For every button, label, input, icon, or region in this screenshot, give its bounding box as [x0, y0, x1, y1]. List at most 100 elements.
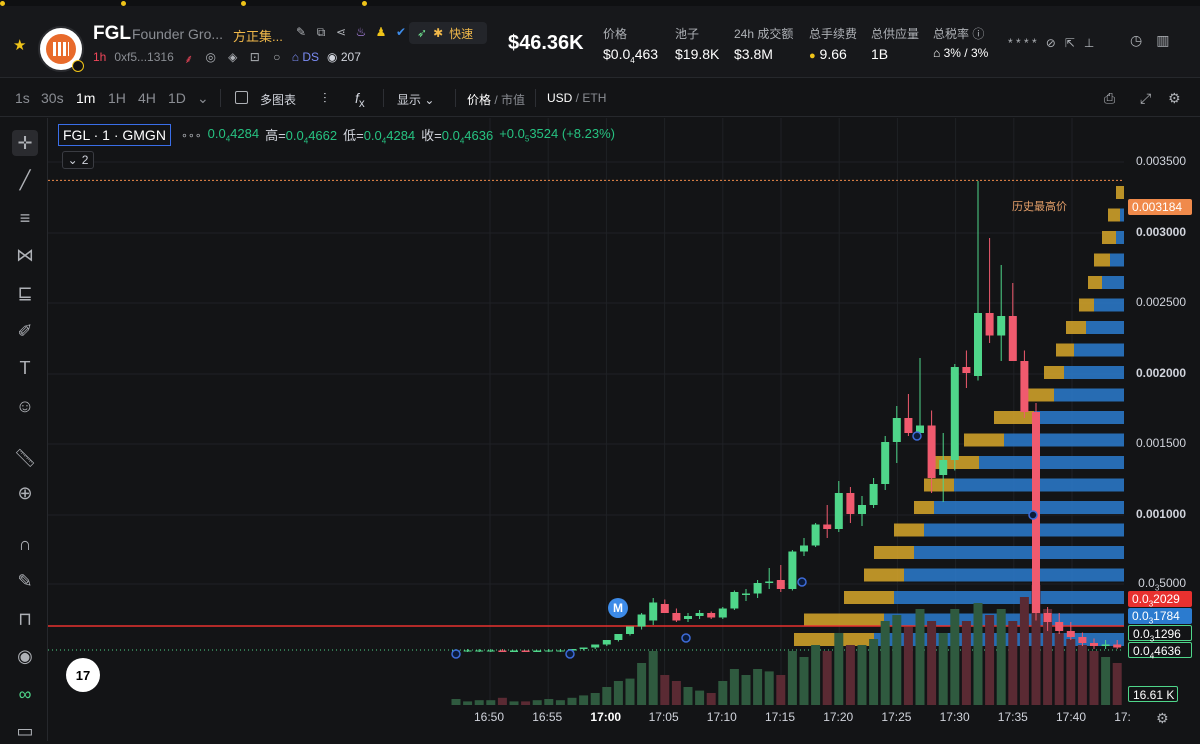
time-axis[interactable]: 16:50 16:55 17:00 17:05 17:10 17:15 17:20 17:25… — [48, 705, 1131, 741]
camera-icon[interactable]: ⎙ — [1104, 90, 1115, 107]
volume-bar — [903, 627, 913, 705]
globe-icon[interactable]: ◎ — [204, 50, 218, 64]
rating-stars-icon[interactable]: * * * * — [1008, 36, 1037, 50]
interval-1m[interactable]: 1m — [76, 90, 95, 106]
interval-dropdown-chevron-icon[interactable]: ⌄ — [197, 90, 209, 107]
pattern-icon[interactable]: ⋈ — [12, 242, 38, 268]
price-mcap-toggle[interactable]: 价格 / 市值 — [467, 91, 525, 108]
volume-bar — [579, 695, 589, 705]
candle-body — [823, 524, 832, 529]
x-tick: 17:40 — [1056, 710, 1087, 724]
emoji-icon[interactable]: ☺ — [12, 393, 38, 419]
expand-icon[interactable]: ⤢ — [1140, 90, 1151, 107]
candle-body — [950, 367, 959, 460]
y-tick: 0.001000 — [1135, 507, 1186, 521]
flame-icon[interactable]: ♨ — [354, 25, 368, 39]
token-age: 1h — [93, 50, 107, 64]
volume-bar — [811, 645, 821, 705]
indicator-collapse-button[interactable]: ⌄ 2 — [62, 151, 94, 169]
price-chart[interactable] — [48, 118, 1124, 705]
volume-bar — [938, 633, 948, 705]
price-axis[interactable]: 0.003500 0.003000 0.002500 0.002000 0.00… — [1124, 118, 1200, 741]
multi-chart-checkbox[interactable] — [235, 91, 248, 104]
hide-icon[interactable]: ⊘ — [1046, 36, 1056, 50]
indicators-fx-icon[interactable]: fx — [355, 90, 365, 110]
volume-bar — [776, 675, 786, 705]
eye-visibility-icon[interactable]: ◉ — [12, 643, 38, 669]
trash-icon[interactable]: ▭ — [12, 718, 38, 744]
volume-profile-up-bar — [1079, 298, 1094, 312]
telegram-icon[interactable]: ◈ — [226, 50, 240, 64]
volume-profile-down-bar — [894, 591, 1124, 604]
interval-1s[interactable]: 1s — [15, 90, 30, 106]
link-icon[interactable]: ∞ — [12, 681, 38, 707]
stat-fees: 总手续费 ● 9.66 — [809, 27, 858, 62]
currency-toggle[interactable]: USD / ETH — [547, 91, 606, 105]
eye-icon: ◉ — [327, 50, 338, 64]
candle-body — [695, 613, 704, 616]
axis-settings-gear-icon[interactable]: ⚙ — [1156, 710, 1169, 727]
volume-profile-down-bar — [1034, 411, 1124, 424]
volume-profile-up-bar — [924, 478, 954, 492]
dexscreener-link[interactable]: ⌂ DS — [292, 50, 319, 64]
migration-marker-icon[interactable]: M — [608, 598, 628, 618]
volume-profile-up-bar — [1088, 276, 1102, 289]
volume-bar — [718, 681, 728, 705]
info-icon[interactable]: ⓘ — [972, 27, 984, 41]
token-action-icons: ✎ ⧉ ⋖ ♨ ♟ ✔ — [294, 25, 408, 40]
volume-profile-down-bar — [1102, 276, 1124, 289]
search-icon[interactable]: ○ — [270, 50, 284, 64]
display-menu[interactable]: 显示 ⌄ — [397, 91, 434, 108]
magnet-icon[interactable]: ∩ — [12, 531, 38, 557]
settings-gear-icon[interactable]: ⚙ — [1168, 90, 1181, 107]
holders-icon[interactable]: ♟ — [374, 25, 388, 39]
fib-icon[interactable]: ⊑ — [12, 280, 38, 306]
volume-bar — [892, 615, 902, 705]
more-icon[interactable]: ∘∘∘ — [181, 129, 202, 142]
verified-icon[interactable]: ✔ — [394, 25, 408, 39]
external-link-icon[interactable]: ⇱ — [1065, 36, 1075, 50]
fast-trade-button[interactable]: ➶ ✱ 快速 — [409, 22, 487, 44]
candle-body — [579, 647, 588, 649]
website-icon[interactable]: ⊡ — [248, 50, 262, 64]
interval-30s[interactable]: 30s — [41, 90, 64, 106]
unlock-icon[interactable]: ⊓ — [12, 606, 38, 632]
lock-drawing-icon[interactable]: ✎ — [12, 568, 38, 594]
multi-chart-label[interactable]: 多图表 — [260, 91, 296, 108]
trend-line-icon[interactable]: ╱ — [12, 167, 38, 193]
volume-bar — [637, 663, 647, 705]
layout-icon[interactable]: ▥ — [1156, 32, 1169, 49]
vp-label: 0.031784 — [1128, 608, 1192, 625]
x-tick: 16:50 — [474, 710, 505, 724]
candle-body — [974, 313, 982, 376]
ruler-icon[interactable]: 📏︎ — [12, 445, 38, 471]
horizontal-lines-icon[interactable]: ≡ — [12, 205, 38, 231]
pin-icon[interactable]: ⊥ — [1084, 36, 1094, 50]
alarm-icon[interactable]: ◷ — [1130, 32, 1142, 49]
volume-bar — [753, 669, 763, 705]
contract-address[interactable]: 0xf5...1316 — [114, 50, 173, 64]
feather-icon[interactable]: ⸙ — [182, 50, 196, 66]
favorite-star-icon[interactable]: ★ — [13, 36, 26, 54]
candle-body — [463, 650, 472, 652]
chevron-down-icon: ⌄ — [67, 153, 78, 167]
chart-legend-title[interactable]: FGL · 1 · GMGN — [58, 124, 171, 146]
candle-type-icon[interactable]: ⫶ — [323, 90, 327, 107]
interval-1h[interactable]: 1H — [108, 90, 126, 106]
candle-body — [1101, 644, 1110, 646]
copy-icon[interactable]: ⧉ — [314, 25, 328, 39]
candle-body — [881, 442, 890, 484]
edit-icon[interactable]: ✎ — [294, 25, 308, 39]
zoom-in-icon[interactable]: ⊕ — [12, 480, 38, 506]
volume-bar — [973, 603, 983, 705]
share-icon[interactable]: ⋖ — [334, 25, 348, 39]
interval-4h[interactable]: 4H — [138, 90, 156, 106]
volume-profile-up-bar — [864, 568, 904, 582]
brush-icon[interactable]: ✐ — [12, 318, 38, 344]
interval-1d[interactable]: 1D — [168, 90, 186, 106]
volume-profile-down-bar — [1054, 388, 1124, 402]
crosshair-icon[interactable]: ✛ — [12, 130, 38, 156]
tradingview-logo[interactable]: 17 — [66, 658, 100, 692]
text-tool-icon[interactable]: T — [12, 355, 38, 381]
token-full-name: Founder Gro... — [132, 26, 224, 42]
